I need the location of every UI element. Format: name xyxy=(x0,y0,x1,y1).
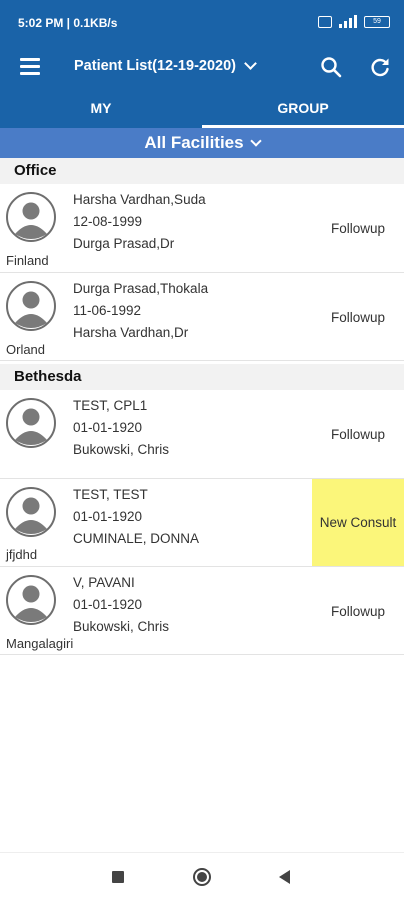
app-bar: Patient List(12-19-2020) xyxy=(0,46,404,90)
patient-status-new-consult: New Consult xyxy=(312,479,404,566)
patient-name: V, PAVANI xyxy=(73,575,135,590)
tab-bar: MY GROUP xyxy=(0,90,404,128)
patient-location: Finland xyxy=(6,253,49,268)
patient-row[interactable]: TEST, CPL1 01-01-1920 Bukowski, Chris Fo… xyxy=(0,390,404,479)
avatar-icon xyxy=(6,281,56,331)
status-icons: 59 xyxy=(318,15,390,28)
group-header-bethesda: Bethesda xyxy=(0,364,404,390)
patient-row[interactable]: V, PAVANI 01-01-1920 Bukowski, Chris Man… xyxy=(0,567,404,655)
signal-icon xyxy=(339,15,357,28)
sim-icon xyxy=(318,15,332,28)
patient-location: jfjdhd xyxy=(6,547,38,562)
patient-name: Durga Prasad,Thokala xyxy=(73,281,209,296)
patient-name: Harsha Vardhan,Suda xyxy=(73,192,206,207)
page-title: Patient List(12-19-2020) xyxy=(74,58,236,74)
home-icon[interactable] xyxy=(193,868,211,886)
patient-status: Followup xyxy=(330,221,386,236)
patient-dob: 11-06-1992 xyxy=(73,303,142,318)
patient-doctor: CUMINALE, DONNA xyxy=(73,531,200,546)
refresh-icon[interactable] xyxy=(368,55,392,79)
patient-status: Followup xyxy=(330,604,386,619)
patient-doctor: Harsha Vardhan,Dr xyxy=(73,325,189,340)
patient-row[interactable]: Durga Prasad,Thokala 11-06-1992 Harsha V… xyxy=(0,273,404,361)
patient-status: Followup xyxy=(330,310,386,325)
facility-selector[interactable]: All Facilities xyxy=(0,128,404,158)
patient-location: Orland xyxy=(6,342,46,357)
patient-doctor: Durga Prasad,Dr xyxy=(73,236,175,251)
system-nav-bar xyxy=(0,852,404,900)
patient-doctor: Bukowski, Chris xyxy=(73,619,170,634)
status-time: 5:02 PM | 0.1KB/s xyxy=(18,16,118,30)
battery-icon: 59 xyxy=(364,15,390,28)
back-icon[interactable] xyxy=(279,870,290,884)
group-header-office: Office xyxy=(0,158,404,184)
patient-row[interactable]: Harsha Vardhan,Suda 12-08-1999 Durga Pra… xyxy=(0,184,404,273)
avatar-icon xyxy=(6,487,56,537)
avatar-icon xyxy=(6,192,56,242)
search-icon[interactable] xyxy=(320,56,342,78)
patient-dob: 01-01-1920 xyxy=(73,509,143,524)
recent-apps-icon[interactable] xyxy=(112,871,124,883)
patient-doctor: Bukowski, Chris xyxy=(73,442,170,457)
chevron-down-icon xyxy=(244,57,257,70)
patient-dob: 01-01-1920 xyxy=(73,597,143,612)
patient-dob: 12-08-1999 xyxy=(73,214,143,229)
date-selector[interactable]: Patient List(12-19-2020) xyxy=(74,57,257,74)
patient-location: Mangalagiri xyxy=(6,636,74,651)
patient-name: TEST, TEST xyxy=(73,487,148,502)
patient-dob: 01-01-1920 xyxy=(73,420,143,435)
avatar-icon xyxy=(6,398,56,448)
patient-status: Followup xyxy=(330,427,386,442)
avatar-icon xyxy=(6,575,56,625)
tab-group[interactable]: GROUP xyxy=(202,90,404,128)
patient-name: TEST, CPL1 xyxy=(73,398,148,413)
chevron-down-icon xyxy=(249,134,262,147)
menu-icon[interactable] xyxy=(20,58,40,76)
patient-row[interactable]: TEST, TEST 01-01-1920 CUMINALE, DONNA jf… xyxy=(0,479,404,567)
tab-my[interactable]: MY xyxy=(0,90,202,128)
facility-label: All Facilities xyxy=(144,133,244,152)
status-bar: 5:02 PM | 0.1KB/s 59 xyxy=(0,0,404,46)
